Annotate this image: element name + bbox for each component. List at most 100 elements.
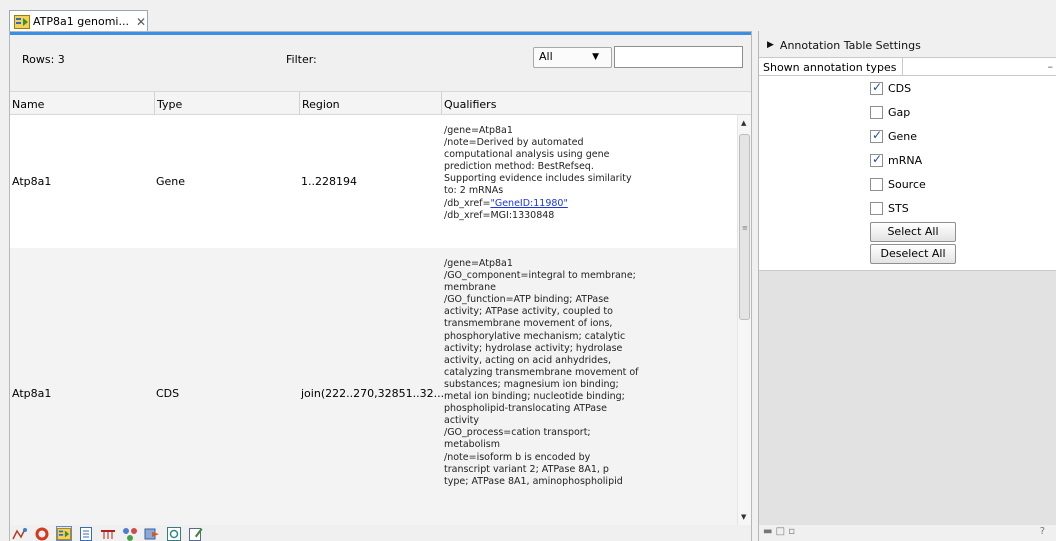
checkbox-box[interactable] xyxy=(870,152,883,167)
view-switcher-toolbar xyxy=(10,525,751,541)
checkbox-box[interactable] xyxy=(870,80,883,95)
column-header-region[interactable]: Region xyxy=(299,92,441,116)
scroll-up-arrow-icon[interactable]: ▲ xyxy=(741,119,746,127)
table-row[interactable]: Atp8a1 CDS join(222..270,32851..32... /g… xyxy=(10,248,737,525)
qualifier-line: transcript variant 2; ATPase 8A1, p xyxy=(444,463,609,475)
qualifier-line: /db_xref="GeneID:11980" xyxy=(444,198,659,210)
checkbox-mrna[interactable]: mRNA xyxy=(870,152,923,167)
cell-qualifiers: /gene=Atp8a1 /note=Derived by automated … xyxy=(444,115,737,248)
panel-layout-icons[interactable]: ▬ □ ▫ xyxy=(763,526,795,537)
scrollbar-thumb[interactable]: ≡ xyxy=(739,134,750,320)
sequence-list-icon[interactable] xyxy=(100,526,116,541)
shown-annotation-types-panel: Shown annotation types – CDS Gap Gene mR… xyxy=(759,57,1056,271)
graph-view-icon[interactable] xyxy=(122,526,138,541)
cell-type: CDS xyxy=(156,386,180,400)
qualifier-line: phosphorylative mechanism; catalytic xyxy=(444,330,626,342)
checkbox-label: STS xyxy=(888,202,909,215)
qualifier-line: activity; hydrolase activity; hydrolase xyxy=(444,342,623,354)
select-all-button[interactable]: Select All xyxy=(870,222,956,242)
editor-tab-bar: ATP8a1 genomi... ✕ xyxy=(0,0,1056,32)
side-panel-empty-area xyxy=(759,271,1056,525)
column-header-qualifiers[interactable]: Qualifiers xyxy=(441,92,737,116)
column-header-type[interactable]: Type xyxy=(154,92,299,116)
element-info-icon[interactable] xyxy=(166,526,182,541)
column-header-name[interactable]: Name xyxy=(10,92,154,116)
qualifier-line: /note=isoform b is encoded by xyxy=(444,451,591,463)
checkbox-box[interactable] xyxy=(870,178,883,191)
cell-region: join(222..270,32851..32... xyxy=(301,386,445,400)
table-vertical-scrollbar[interactable]: ▲ ≡ ▼ xyxy=(737,115,751,525)
side-panel-footer: ▬ □ ▫ ? xyxy=(759,525,1056,541)
cell-region: 1..228194 xyxy=(301,175,357,188)
qualifier-line: activity xyxy=(444,415,480,427)
checkbox-sts[interactable]: STS xyxy=(870,202,909,215)
rows-count-label: Rows: 3 xyxy=(22,53,65,66)
table-header: Name Type Region Qualifiers xyxy=(10,91,751,116)
db-xref-prefix: /db_xref= xyxy=(444,197,491,209)
table-row[interactable]: Atp8a1 Gene 1..228194 /gene=Atp8a1 /note… xyxy=(10,115,737,248)
filter-label: Filter: xyxy=(286,53,317,66)
checkbox-source[interactable]: Source xyxy=(870,178,926,191)
side-panel: ▶ Annotation Table Settings Shown annota… xyxy=(758,31,1056,541)
checkbox-label: mRNA xyxy=(888,154,923,167)
checkbox-cds[interactable]: CDS xyxy=(870,80,912,95)
shown-annotation-types-tab[interactable]: Shown annotation types xyxy=(759,58,903,76)
qualifier-line: catalyzing transmembrane movement of xyxy=(444,366,639,378)
cell-qualifiers: /gene=Atp8a1 /GO_component=integral to m… xyxy=(444,248,737,525)
qualifier-line: /db_xref=MGI:1330848 xyxy=(444,209,555,221)
filter-column-select[interactable]: All ▼ xyxy=(533,47,612,68)
cell-type: Gene xyxy=(156,175,186,188)
checkbox-box[interactable] xyxy=(870,106,883,119)
deselect-all-button[interactable]: Deselect All xyxy=(870,244,956,264)
qualifier-line: computational analysis using gene xyxy=(444,149,610,161)
checkbox-label: Gap xyxy=(888,106,911,119)
annotation-table-icon xyxy=(14,14,30,29)
checkbox-label: CDS xyxy=(888,82,912,95)
chevron-down-icon: ▼ xyxy=(592,52,599,62)
tab-atp8a1-genomic[interactable]: ATP8a1 genomi... ✕ xyxy=(9,10,148,32)
settings-header-label: Annotation Table Settings xyxy=(779,38,921,52)
annotation-table-settings-header[interactable]: ▶ Annotation Table Settings xyxy=(759,36,1056,54)
checkbox-box[interactable] xyxy=(870,202,883,215)
close-icon[interactable]: ✕ xyxy=(136,15,146,29)
circular-view-icon[interactable] xyxy=(34,526,50,541)
history-icon[interactable] xyxy=(144,526,160,541)
qualifier-line: /GO_component=integral to membrane; xyxy=(444,270,636,282)
qualifier-line: /GO_function=ATP binding; ATPase xyxy=(444,294,609,306)
minimize-icon[interactable]: – xyxy=(1048,60,1054,73)
text-view-icon[interactable] xyxy=(78,526,94,541)
annotation-table-view: Rows: 3 Filter: All ▼ Name Type Region Q… xyxy=(9,31,752,541)
qualifier-line: to: 2 mRNAs xyxy=(444,185,504,197)
geneid-link[interactable]: "GeneID:11980" xyxy=(490,198,567,209)
qualifier-line: activity, acting on acid anhydrides, xyxy=(444,354,612,366)
cell-name: Atp8a1 xyxy=(12,386,52,400)
scroll-down-arrow-icon[interactable]: ▼ xyxy=(741,513,746,521)
checkbox-box[interactable] xyxy=(870,128,883,143)
edit-icon[interactable] xyxy=(188,526,204,541)
qualifier-line: /GO_process=cation transport; xyxy=(444,427,591,439)
grip-icon: ≡ xyxy=(742,224,748,232)
qualifier-line: /note=Derived by automated xyxy=(444,137,584,149)
checkbox-label: Gene xyxy=(888,130,918,143)
qualifier-line: metal ion binding; nucleotide binding; xyxy=(444,391,625,403)
filter-text-input[interactable] xyxy=(614,46,743,68)
cell-name: Atp8a1 xyxy=(12,175,52,188)
qualifier-line: membrane xyxy=(444,282,496,294)
qualifier-line: substances; magnesium ion binding; xyxy=(444,378,619,390)
qualifier-line: activity; ATPase activity, coupled to xyxy=(444,306,613,318)
table-body: Atp8a1 Gene 1..228194 /gene=Atp8a1 /note… xyxy=(10,115,737,525)
checkbox-gap[interactable]: Gap xyxy=(870,106,910,119)
help-icon[interactable]: ? xyxy=(1040,526,1045,537)
qualifier-line: type; ATPase 8A1, aminophospholipid xyxy=(444,475,623,487)
rna-structure-icon[interactable] xyxy=(12,526,28,541)
qualifier-line: /gene=Atp8a1 xyxy=(444,125,513,136)
annotation-table-icon[interactable] xyxy=(56,526,72,541)
checkbox-gene[interactable]: Gene xyxy=(870,128,918,143)
divider xyxy=(903,75,1056,76)
checkbox-label: Source xyxy=(888,178,926,191)
tab-title: ATP8a1 genomi... xyxy=(33,15,129,28)
qualifier-line: transmembrane movement of ions, xyxy=(444,318,613,330)
filter-column-value: All xyxy=(539,50,553,63)
qualifier-line: phospholipid-translocating ATPase xyxy=(444,403,607,415)
collapse-toggle-icon[interactable]: ▶ xyxy=(767,40,774,50)
